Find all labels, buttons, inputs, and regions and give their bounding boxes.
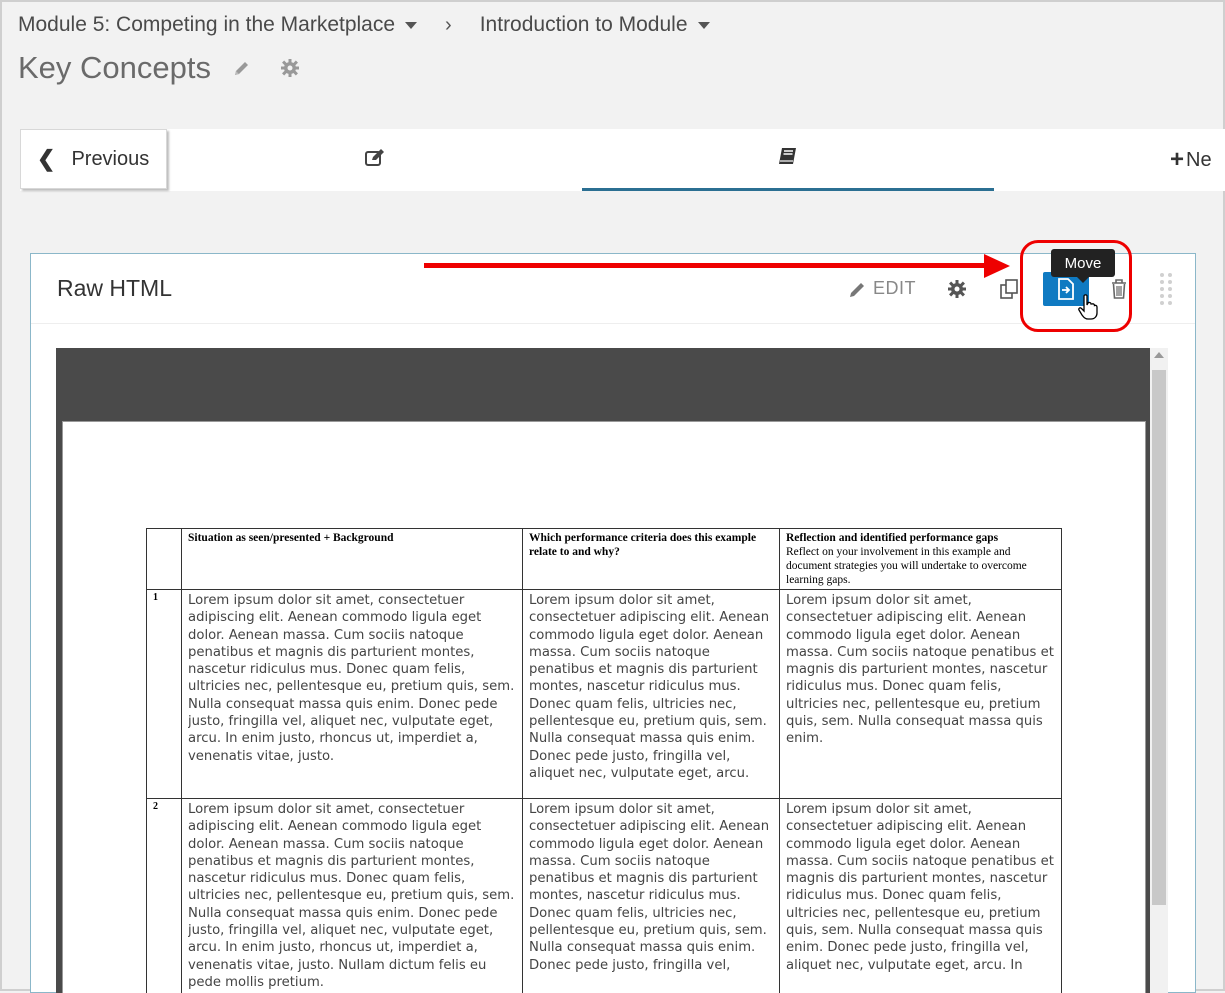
cell-text: Lorem ipsum dolor sit amet, consectetuer…: [529, 801, 773, 991]
page-title-row: Key Concepts: [18, 46, 301, 90]
chevron-left-icon: ❮: [37, 146, 55, 172]
gear-icon[interactable]: [947, 279, 967, 304]
edit-button[interactable]: EDIT: [849, 278, 916, 299]
document-page: Situation as seen/presented + Background…: [62, 421, 1146, 993]
previous-button[interactable]: ❮ Previous: [20, 129, 167, 189]
drag-handle-icon[interactable]: [1159, 272, 1173, 311]
plus-icon: +: [1170, 146, 1184, 174]
table-header-cell: [147, 529, 182, 590]
row-number: 2: [147, 799, 182, 993]
table-cell: Lorem ipsum dolor sit amet, consectetuer…: [523, 799, 780, 993]
gear-icon[interactable]: [279, 57, 301, 79]
page-title: Key Concepts: [18, 50, 211, 86]
scroll-thumb[interactable]: [1152, 370, 1166, 905]
header-subtext: Reflect on your involvement in this exam…: [786, 545, 1055, 587]
breadcrumb: Module 5: Competing in the Marketplace ›…: [18, 10, 710, 40]
pencil-icon: [849, 280, 867, 298]
reflection-table: Situation as seen/presented + Background…: [146, 528, 1062, 993]
breadcrumb-module-label: Module 5: Competing in the Marketplace: [18, 13, 395, 37]
tab-html[interactable]: [582, 129, 994, 191]
breadcrumb-section[interactable]: Introduction to Module: [480, 13, 710, 37]
table-header-cell: Which performance criteria does this exa…: [523, 529, 780, 590]
cell-text: Lorem ipsum dolor sit amet, consectetuer…: [786, 801, 1055, 991]
chevron-right-icon: ›: [445, 14, 452, 37]
embedded-document-viewer: Situation as seen/presented + Background…: [56, 348, 1150, 993]
tab-problem[interactable]: [170, 129, 580, 191]
pencil-icon[interactable]: [231, 57, 253, 79]
breadcrumb-section-label: Introduction to Module: [480, 13, 688, 37]
viewer-scrollbar[interactable]: [1150, 348, 1168, 993]
annotation-arrow-head: [984, 254, 1010, 278]
cell-text: Lorem ipsum dolor sit amet, consectetuer…: [786, 592, 1055, 796]
table-header-cell: Reflection and identified performance ga…: [780, 529, 1062, 590]
table-header-row: Situation as seen/presented + Background…: [147, 529, 1062, 590]
edit-label: EDIT: [873, 278, 916, 299]
cell-text: Lorem ipsum dolor sit amet, consectetuer…: [529, 592, 773, 796]
book-icon: [778, 146, 798, 171]
row-number: 1: [147, 590, 182, 799]
annotation-arrow: [424, 263, 994, 268]
chevron-down-icon: [698, 22, 710, 29]
table-cell: Lorem ipsum dolor sit amet, consectetuer…: [182, 799, 523, 993]
edit-icon: [364, 148, 386, 173]
table-cell: Lorem ipsum dolor sit amet, consectetuer…: [523, 590, 780, 799]
breadcrumb-module[interactable]: Module 5: Competing in the Marketplace: [18, 13, 417, 37]
previous-label: Previous: [71, 148, 149, 171]
table-cell: Lorem ipsum dolor sit amet, consectetuer…: [780, 799, 1062, 993]
scroll-up-icon[interactable]: [1154, 352, 1164, 358]
duplicate-icon[interactable]: [999, 278, 1021, 305]
cell-text: Lorem ipsum dolor sit amet, consectetuer…: [188, 592, 516, 796]
chevron-down-icon: [405, 22, 417, 29]
move-tooltip: Move: [1051, 249, 1115, 277]
new-unit-button[interactable]: + Ne: [1170, 129, 1225, 191]
hand-cursor-icon: [1078, 294, 1098, 325]
table-header-cell: Situation as seen/presented + Background: [182, 529, 523, 590]
component-title: Raw HTML: [57, 275, 172, 302]
table-row: 2 Lorem ipsum dolor sit amet, consectetu…: [147, 799, 1062, 993]
cell-text: Lorem ipsum dolor sit amet, consectetuer…: [188, 801, 516, 991]
table-row: 1 Lorem ipsum dolor sit amet, consectetu…: [147, 590, 1062, 799]
unit-nav-bar: ❮ Previous + Ne: [20, 129, 1225, 191]
table-cell: Lorem ipsum dolor sit amet, consectetuer…: [780, 590, 1062, 799]
header-title: Reflection and identified performance ga…: [786, 532, 998, 544]
new-unit-label: Ne: [1186, 149, 1212, 172]
table-cell: Lorem ipsum dolor sit amet, consectetuer…: [182, 590, 523, 799]
